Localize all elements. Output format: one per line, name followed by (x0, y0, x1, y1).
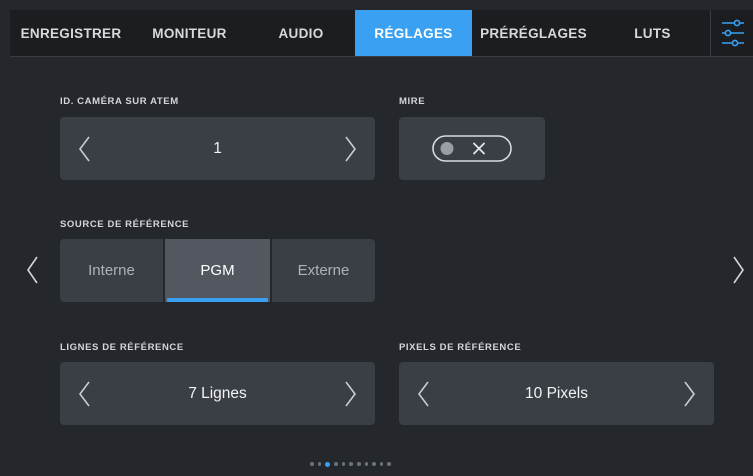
reference-pixels-label: PIXELS DE RÉFÉRENCE (399, 342, 522, 353)
reference-source-pgm[interactable]: PGM (165, 239, 270, 302)
page-dot[interactable] (341, 462, 346, 466)
camera-id-label: ID. CAMÉRA SUR ATEM (60, 96, 179, 107)
reference-lines-stepper: 7 Lignes (60, 362, 375, 425)
segment-label: Externe (297, 262, 350, 279)
reference-lines-value: 7 Lignes (188, 384, 247, 402)
settings-screen: ENREGISTRER MONITEUR AUDIO RÉGLAGES PRÉR… (10, 10, 753, 476)
reference-lines-increase-button[interactable] (330, 362, 370, 425)
tab-reglages[interactable]: RÉGLAGES (355, 10, 472, 56)
toggle-knob (440, 142, 454, 155)
reference-pixels-decrease-button[interactable] (404, 362, 444, 425)
chevron-left-icon (418, 381, 429, 406)
reference-source-interne[interactable]: Interne (60, 239, 163, 302)
reference-pixels-increase-button[interactable] (669, 362, 709, 425)
tab-prereglages[interactable]: PRÉRÉGLAGES (472, 10, 595, 56)
page-dot[interactable] (310, 462, 314, 466)
page-dot[interactable] (372, 462, 376, 466)
page-dot[interactable] (334, 462, 338, 466)
page-dot[interactable] (379, 462, 384, 466)
chevron-right-icon (345, 136, 356, 161)
chevron-left-icon (27, 256, 38, 284)
chevron-left-icon (79, 136, 90, 161)
chevron-right-icon (345, 381, 356, 406)
page-indicator (310, 459, 470, 469)
tab-enregistrer[interactable]: ENREGISTRER (10, 10, 132, 56)
reference-lines-decrease-button[interactable] (65, 362, 105, 425)
tab-bar: ENREGISTRER MONITEUR AUDIO RÉGLAGES PRÉR… (10, 10, 753, 57)
x-icon (473, 142, 485, 155)
camera-id-stepper: 1 (60, 117, 375, 180)
selected-indicator (167, 298, 268, 302)
reference-lines-label: LIGNES DE RÉFÉRENCE (60, 342, 184, 353)
reference-pixels-value: 10 Pixels (525, 384, 588, 402)
test-pattern-toggle[interactable] (432, 135, 512, 162)
camera-id-value: 1 (213, 139, 222, 157)
page-dot[interactable] (364, 462, 369, 466)
segment-label: Interne (88, 262, 135, 279)
chevron-right-icon (684, 381, 695, 406)
tab-moniteur[interactable]: MONITEUR (132, 10, 247, 56)
page-dot[interactable] (387, 462, 391, 466)
page-dot[interactable] (356, 462, 361, 466)
camera-id-decrease-button[interactable] (65, 117, 105, 180)
next-page-button[interactable] (723, 250, 753, 290)
page-dot[interactable] (349, 462, 353, 466)
tab-audio[interactable]: AUDIO (247, 10, 355, 56)
reference-source-label: SOURCE DE RÉFÉRENCE (60, 219, 190, 230)
menu-button[interactable] (710, 10, 753, 56)
test-pattern-label: MIRE (399, 96, 426, 107)
page-dot[interactable] (317, 462, 322, 466)
reference-source-externe[interactable]: Externe (272, 239, 375, 302)
chevron-right-icon (733, 256, 744, 284)
reference-pixels-stepper: 10 Pixels (399, 362, 714, 425)
segment-label: PGM (200, 262, 235, 279)
tab-luts[interactable]: LUTS (595, 10, 710, 56)
test-pattern-panel (399, 117, 545, 180)
page-dot[interactable] (325, 461, 331, 467)
chevron-left-icon (79, 381, 90, 406)
camera-id-increase-button[interactable] (330, 117, 370, 180)
sliders-icon (722, 19, 744, 47)
previous-page-button[interactable] (18, 250, 48, 290)
